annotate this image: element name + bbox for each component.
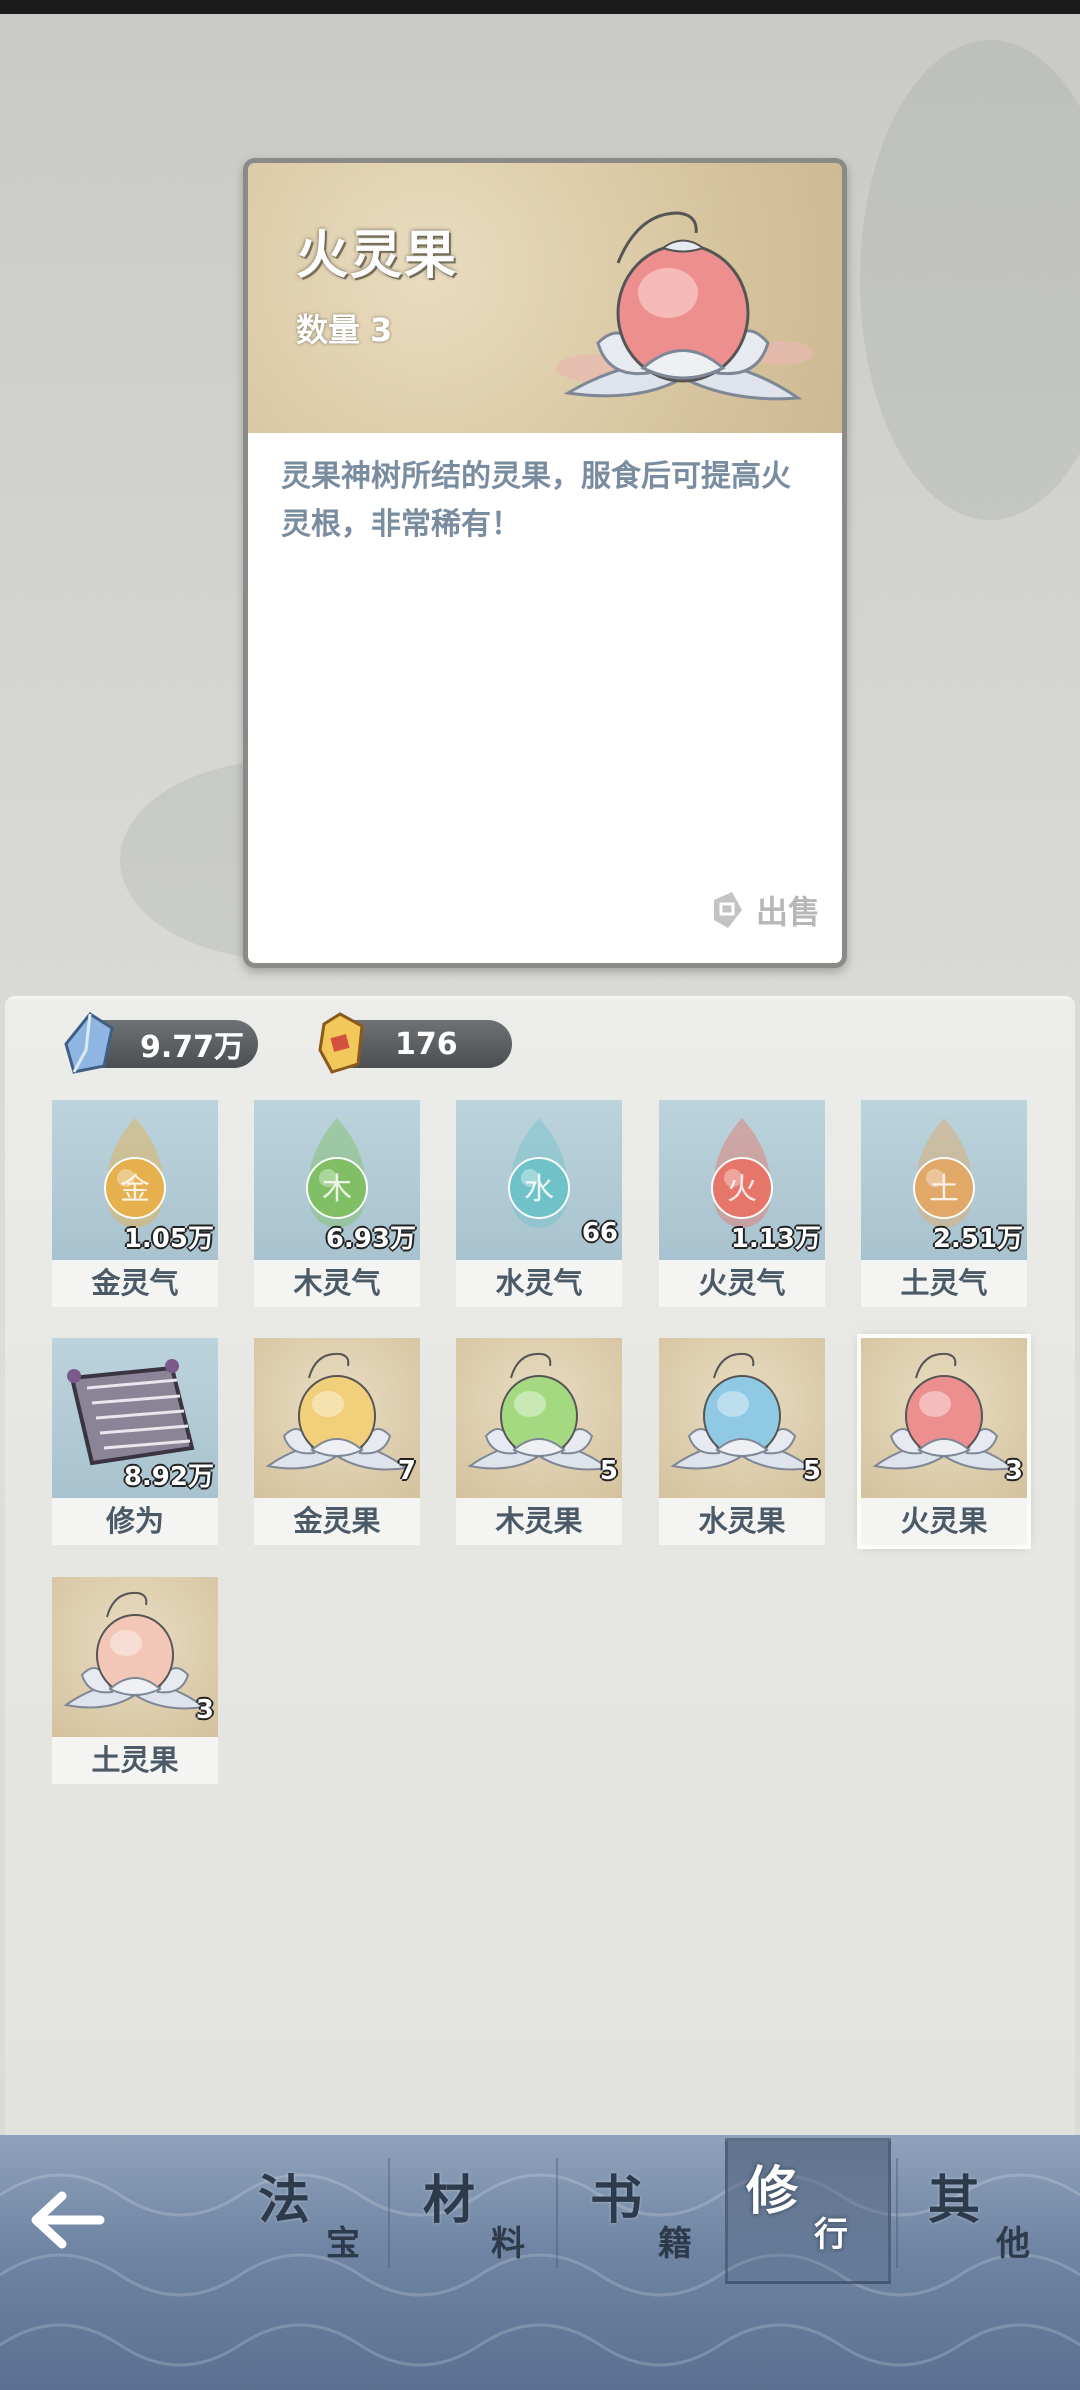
item-description: 灵果神树所结的灵果，服食后可提高火灵根，非常稀有！ xyxy=(281,459,791,542)
item-count: 3 xyxy=(195,1695,214,1725)
item-count: 8.92万 xyxy=(123,1462,214,1492)
item-label: 火灵气 xyxy=(659,1260,825,1307)
item-count: 6.93万 xyxy=(325,1224,416,1254)
spirit-fruit-icon xyxy=(63,1591,207,1710)
slot-image: 3 xyxy=(52,1577,218,1737)
spirit-fruit-icon xyxy=(265,1352,409,1471)
tab-big-char: 其 xyxy=(928,2171,981,2231)
slot-image: 3 xyxy=(861,1338,1027,1498)
item-quantity: 数量 3 xyxy=(296,305,392,351)
back-arrow-icon[interactable] xyxy=(22,2180,112,2260)
item-label: 木灵果 xyxy=(456,1498,622,1545)
tab-divider xyxy=(388,2158,390,2268)
sell-button[interactable]: 出售 xyxy=(710,887,820,933)
tab-big-char: 书 xyxy=(590,2171,643,2231)
slot-image: 金 1.05万 xyxy=(52,1100,218,1260)
slot-image: 水 66 xyxy=(456,1100,622,1260)
item-label: 水灵果 xyxy=(659,1498,825,1545)
tab-small-char: 籍 xyxy=(658,2224,692,2264)
item-count: 5 xyxy=(802,1456,821,1486)
item-count: 7 xyxy=(397,1456,416,1486)
quantity-value: 3 xyxy=(370,311,393,349)
item-label: 土灵果 xyxy=(52,1737,218,1784)
item-label: 火灵果 xyxy=(861,1498,1027,1545)
item-label: 金灵果 xyxy=(254,1498,420,1545)
currency-spirit-stone: 9.77万 xyxy=(64,1012,258,1074)
item-count: 2.51万 xyxy=(932,1224,1023,1254)
tab-books[interactable]: 书 籍 xyxy=(572,2150,732,2280)
inventory-slot[interactable]: 3 土灵果 xyxy=(52,1577,218,1784)
slot-image: 7 xyxy=(254,1338,420,1498)
inventory-slot[interactable]: 水 66 水灵气 xyxy=(456,1100,622,1307)
tab-big-char: 修 xyxy=(746,2162,799,2222)
blue-crystal-icon xyxy=(64,1012,114,1074)
slot-image: 火 1.13万 xyxy=(659,1100,825,1260)
item-count: 3 xyxy=(1004,1456,1023,1486)
tab-small-char: 宝 xyxy=(326,2224,360,2264)
item-detail-header: 火灵果 数量 3 xyxy=(248,163,842,433)
tab-divider xyxy=(556,2158,558,2268)
tab-small-char: 他 xyxy=(996,2224,1030,2264)
orb-glyph: 金 xyxy=(120,1172,150,1207)
slot-image: 木 6.93万 xyxy=(254,1100,420,1260)
sell-tag-icon xyxy=(713,892,742,928)
inventory-slot[interactable]: 3 火灵果 xyxy=(857,1334,1031,1549)
tab-divider xyxy=(896,2158,898,2268)
spirit-fruit-icon xyxy=(467,1352,611,1471)
slot-image: 5 xyxy=(659,1338,825,1498)
item-count: 1.13万 xyxy=(730,1224,821,1254)
background-ink-figure xyxy=(860,40,1080,520)
sell-label: 出售 xyxy=(755,893,820,931)
inventory-slot[interactable]: 5 木灵果 xyxy=(456,1338,622,1545)
slot-image: 土 2.51万 xyxy=(861,1100,1027,1260)
inventory-slot[interactable]: 土 2.51万土灵气 xyxy=(861,1100,1027,1307)
tab-small-char: 料 xyxy=(491,2224,525,2264)
gold-gem-icon xyxy=(318,1012,364,1074)
fire-spirit-fruit-icon xyxy=(556,211,813,401)
item-count: 1.05万 xyxy=(123,1224,214,1254)
item-label: 修为 xyxy=(52,1498,218,1545)
currency-gold-gem: 176 xyxy=(318,1012,512,1074)
tab-cultivation[interactable]: 修 行 xyxy=(725,2138,891,2284)
orb-glyph: 水 xyxy=(524,1172,554,1207)
item-name: 火灵果 xyxy=(296,226,459,286)
tab-big-char: 材 xyxy=(423,2171,476,2231)
status-bar xyxy=(0,0,1080,14)
orb-glyph: 木 xyxy=(322,1172,352,1207)
spirit-fruit-icon xyxy=(670,1352,814,1471)
item-label: 金灵气 xyxy=(52,1260,218,1307)
item-count: 5 xyxy=(599,1456,618,1486)
slot-image: 5 xyxy=(456,1338,622,1498)
tab-big-char: 法 xyxy=(258,2171,311,2231)
item-label: 土灵气 xyxy=(861,1260,1027,1307)
currency-value: 176 xyxy=(395,1026,458,1062)
orb-glyph: 土 xyxy=(929,1172,959,1207)
item-count: 66 xyxy=(581,1218,618,1248)
inventory-slot[interactable]: 火 1.13万火灵气 xyxy=(659,1100,825,1307)
quantity-label: 数量 xyxy=(296,311,361,349)
tab-small-char: 行 xyxy=(814,2215,848,2255)
orb-glyph: 火 xyxy=(727,1172,757,1207)
item-label: 水灵气 xyxy=(456,1260,622,1307)
item-label: 木灵气 xyxy=(254,1260,420,1307)
inventory-slot[interactable]: 5 水灵果 xyxy=(659,1338,825,1545)
slot-image: 8.92万 xyxy=(52,1338,218,1498)
tab-treasure[interactable]: 法 宝 xyxy=(240,2150,400,2280)
inventory-slot[interactable]: 木 6.93万木灵气 xyxy=(254,1100,420,1307)
tab-other[interactable]: 其 他 xyxy=(910,2150,1070,2280)
item-detail-card: 火灵果 数量 3 灵果神树所结的灵果，服食后可提高火灵根，非常稀有！ 出售 xyxy=(243,158,847,968)
spirit-fruit-icon xyxy=(872,1352,1016,1471)
currency-value: 9.77万 xyxy=(140,1030,245,1065)
inventory-slot[interactable]: 7 金灵果 xyxy=(254,1338,420,1545)
inventory-slot[interactable]: 8.92万修为 xyxy=(52,1338,218,1545)
tab-materials[interactable]: 材 料 xyxy=(405,2150,565,2280)
inventory-slot[interactable]: 金 1.05万金灵气 xyxy=(52,1100,218,1307)
